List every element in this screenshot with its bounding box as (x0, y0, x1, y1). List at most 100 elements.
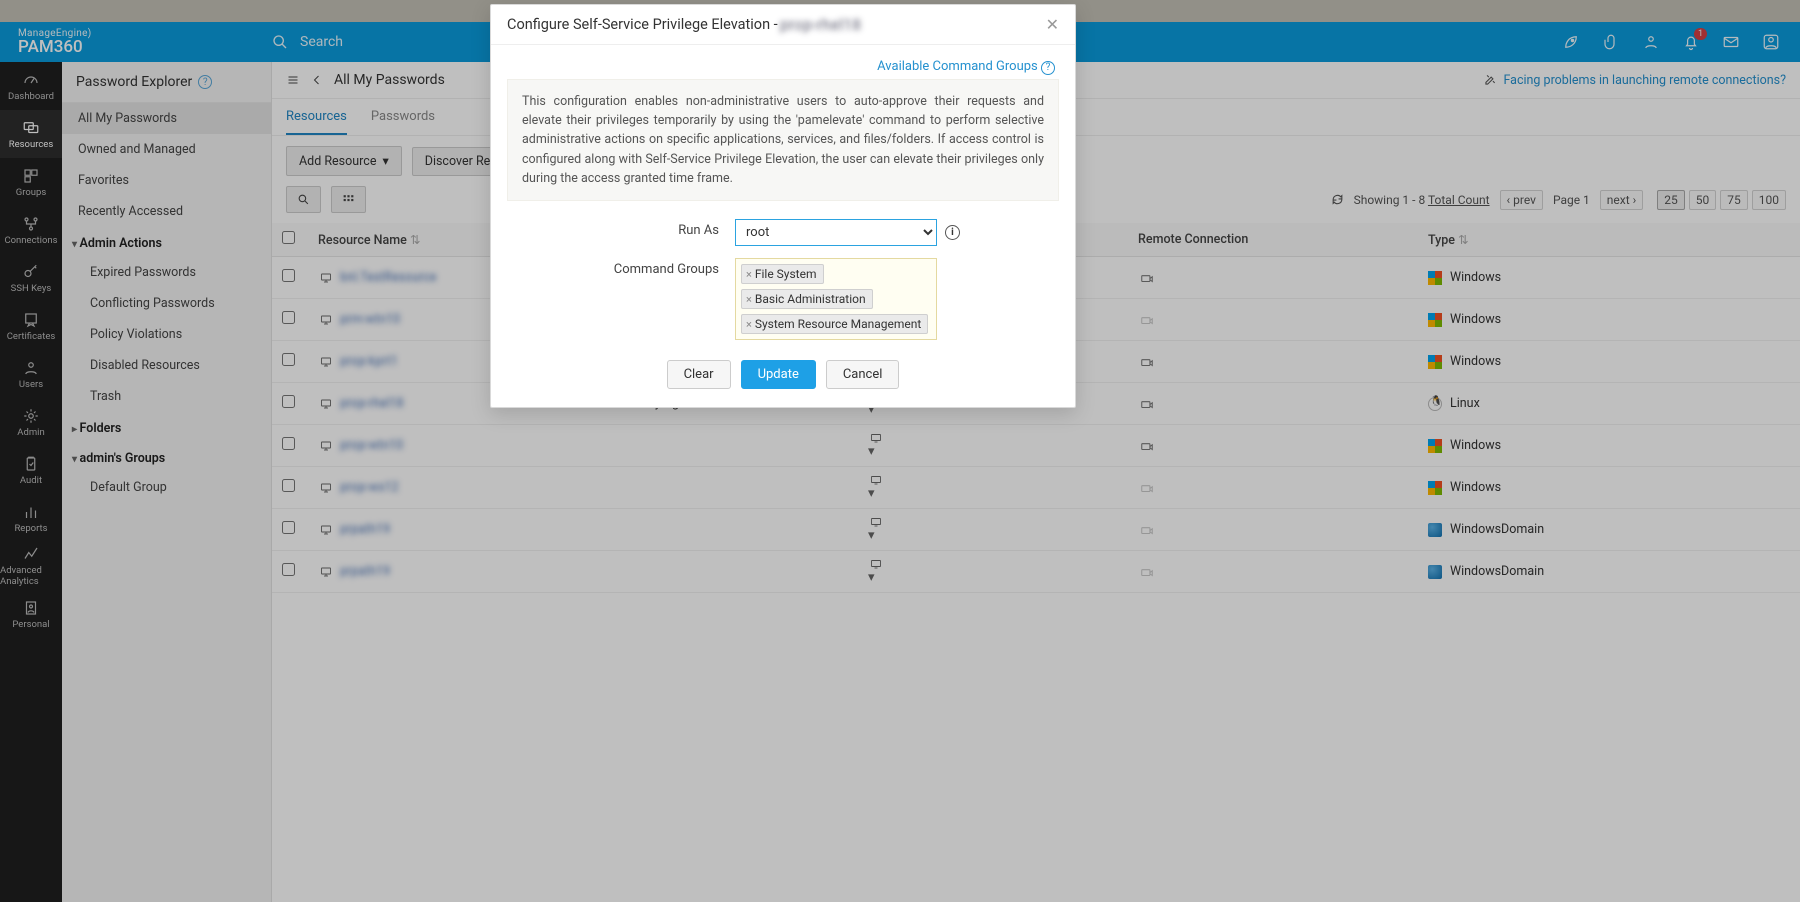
nav-admin[interactable]: Admin (0, 398, 62, 446)
column-chooser-button[interactable] (331, 186, 366, 213)
resource-name-link[interactable]: prop-rhel18 (340, 396, 404, 411)
clear-button[interactable]: Clear (667, 360, 731, 389)
groups-heading[interactable]: admin's Groups (62, 442, 271, 472)
folders-heading[interactable]: Folders (62, 412, 271, 442)
update-button[interactable]: Update (741, 360, 816, 389)
resource-name-link[interactable]: bnl.TestResource (340, 270, 436, 285)
admin-actions-heading[interactable]: Admin Actions (62, 227, 271, 257)
resource-name-link[interactable]: prop-ws12 (340, 480, 399, 495)
command-group-token[interactable]: ×File System (741, 264, 824, 284)
remote-connection-icon[interactable] (1138, 355, 1408, 369)
remote-connection-icon[interactable] (1138, 481, 1408, 495)
runas-select[interactable]: root (735, 219, 937, 246)
table-search-button[interactable] (286, 186, 321, 213)
resource-action-menu[interactable]: ▾ (868, 558, 1118, 585)
explorer-item[interactable]: Policy Violations (62, 319, 271, 350)
row-checkbox[interactable] (282, 353, 295, 366)
explorer-item[interactable]: Favorites (62, 165, 271, 196)
row-checkbox[interactable] (282, 479, 295, 492)
os-icon (1428, 481, 1442, 495)
remote-connection-icon[interactable] (1138, 439, 1408, 453)
explorer-item[interactable]: Owned and Managed (62, 134, 271, 165)
total-count-link[interactable]: Total Count (1428, 193, 1490, 207)
bell-icon[interactable]: 1 (1682, 33, 1700, 51)
remote-connection-icon[interactable] (1138, 523, 1408, 537)
monitor-icon (318, 482, 334, 494)
close-icon[interactable]: ✕ (1046, 15, 1059, 34)
row-checkbox[interactable] (282, 437, 295, 450)
resource-action-menu[interactable]: ▾ (868, 474, 1118, 501)
help-icon[interactable]: ? (198, 75, 212, 89)
cert-icon (20, 311, 42, 329)
nav-connections[interactable]: Connections (0, 206, 62, 254)
page-size-25[interactable]: 25 (1657, 190, 1685, 210)
prev-page[interactable]: ‹ prev (1500, 190, 1543, 210)
command-groups-field[interactable]: ×File System ×Basic Administration ×System… (735, 258, 937, 340)
row-checkbox[interactable] (282, 563, 295, 576)
nav-audit[interactable]: Audit (0, 446, 62, 494)
clip-icon[interactable] (1602, 33, 1620, 51)
list-toggle-icon[interactable] (286, 74, 300, 86)
table-row: prpath19 ▾WindowsDomain (272, 509, 1800, 551)
resource-name-link[interactable]: prm-wtn10 (340, 312, 400, 327)
command-group-token[interactable]: ×Basic Administration (741, 289, 873, 309)
resource-action-menu[interactable]: ▾ (868, 516, 1118, 543)
row-checkbox[interactable] (282, 269, 295, 282)
row-checkbox[interactable] (282, 311, 295, 324)
remote-connection-icon[interactable] (1138, 565, 1408, 579)
os-icon (1428, 271, 1442, 285)
mail-icon[interactable] (1722, 33, 1740, 51)
explorer-item[interactable]: Expired Passwords (62, 257, 271, 288)
resource-name-link[interactable]: prpath19 (340, 522, 390, 537)
resource-name-link[interactable]: prop-wtn10 (340, 438, 403, 453)
monitor-icon (318, 524, 334, 536)
monitor-icon (318, 314, 334, 326)
select-all-checkbox[interactable] (282, 231, 295, 244)
explorer-item[interactable]: Disabled Resources (62, 350, 271, 381)
nav-users[interactable]: Users (0, 350, 62, 398)
explorer-item[interactable]: Default Group (62, 472, 271, 503)
command-group-token[interactable]: ×System Resource Management (741, 314, 928, 334)
resource-name-link[interactable]: prop-kprt1 (340, 354, 398, 369)
tab-resources[interactable]: Resources (286, 99, 347, 135)
page-size-75[interactable]: 75 (1720, 190, 1748, 210)
monitor-icon (318, 440, 334, 452)
resource-action-menu[interactable]: ▾ (868, 432, 1118, 459)
remote-connection-icon[interactable] (1138, 271, 1408, 285)
row-checkbox[interactable] (282, 521, 295, 534)
row-checkbox[interactable] (282, 395, 295, 408)
person-icon[interactable] (1642, 33, 1660, 51)
available-command-groups-link[interactable]: Available Command Groups ? (877, 59, 1055, 74)
info-icon[interactable]: i (945, 225, 960, 240)
explorer-item[interactable]: Recently Accessed (62, 196, 271, 227)
nav-certificates[interactable]: Certificates (0, 302, 62, 350)
explorer-item[interactable]: Conflicting Passwords (62, 288, 271, 319)
help-link[interactable]: Facing problems in launching remote conn… (1483, 73, 1786, 88)
tab-passwords[interactable]: Passwords (371, 99, 435, 135)
remove-token-icon[interactable]: × (746, 318, 752, 331)
remote-connection-icon[interactable] (1138, 397, 1408, 411)
nav-groups[interactable]: Groups (0, 158, 62, 206)
remove-token-icon[interactable]: × (746, 268, 752, 281)
page-size-50[interactable]: 50 (1689, 190, 1717, 210)
refresh-icon[interactable] (1331, 193, 1344, 206)
nav-resources[interactable]: Resources (0, 110, 62, 158)
page-size-100[interactable]: 100 (1752, 190, 1786, 210)
nav-ssh-keys[interactable]: SSH Keys (0, 254, 62, 302)
rocket-icon[interactable] (1562, 33, 1580, 51)
back-icon[interactable] (310, 74, 324, 86)
nav-advanced-analytics[interactable]: Advanced Analytics (0, 542, 62, 590)
cancel-button[interactable]: Cancel (826, 360, 900, 389)
explorer-item[interactable]: All My Passwords (62, 103, 271, 134)
profile-icon[interactable] (1762, 33, 1780, 51)
search-icon[interactable] (272, 34, 288, 50)
next-page[interactable]: next › (1600, 190, 1643, 210)
add-resource-button[interactable]: Add Resource ▾ (286, 146, 402, 176)
explorer-item[interactable]: Trash (62, 381, 271, 412)
remove-token-icon[interactable]: × (746, 293, 752, 306)
resource-name-link[interactable]: prpath19 (340, 564, 390, 579)
nav-personal[interactable]: Personal (0, 590, 62, 638)
nav-dashboard[interactable]: Dashboard (0, 62, 62, 110)
remote-connection-icon[interactable] (1138, 313, 1408, 327)
nav-reports[interactable]: Reports (0, 494, 62, 542)
